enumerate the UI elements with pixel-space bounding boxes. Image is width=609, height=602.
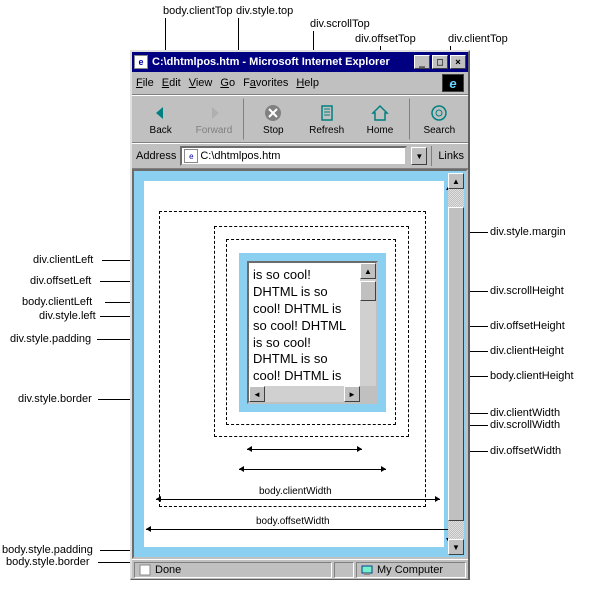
viewport: is so cool! DHTML is so cool! DHTML is s… xyxy=(132,169,468,559)
search-label: Search xyxy=(423,125,455,136)
scroll-up-icon[interactable]: ▲ xyxy=(448,173,464,189)
scroll-left-icon[interactable]: ◄ xyxy=(249,386,265,402)
address-dropdown[interactable]: ▼ xyxy=(411,147,427,165)
label-div-scrollTop: div.scrollTop xyxy=(310,18,370,30)
done-icon xyxy=(139,564,151,576)
refresh-label: Refresh xyxy=(309,125,344,136)
forward-button[interactable]: Forward xyxy=(187,98,240,140)
label-div-offsetLeft: div.offsetLeft xyxy=(30,275,91,287)
separator xyxy=(409,98,411,140)
label-div-clientTop: div.clientTop xyxy=(448,33,508,45)
window-title: C:\dhtmlpos.htm - Microsoft Internet Exp… xyxy=(152,56,390,68)
menu-file[interactable]: FFileile xyxy=(136,77,154,89)
dim-body-clientWidth xyxy=(156,499,440,500)
scroll-thumb[interactable] xyxy=(360,281,376,301)
scroll-down-icon[interactable]: ▼ xyxy=(448,539,464,555)
statusbar: Done My Computer xyxy=(132,559,468,579)
inner-scrollbar-vertical[interactable]: ▲ ▼ xyxy=(360,263,376,402)
scroll-track[interactable] xyxy=(448,189,464,539)
minimize-button[interactable]: _ xyxy=(414,55,430,69)
separator xyxy=(243,98,245,140)
titlebar: e C:\dhtmlpos.htm - Microsoft Internet E… xyxy=(132,52,468,72)
label-body-style-border: body.style.border xyxy=(6,556,90,568)
label-div-clientHeight: div.clientHeight xyxy=(490,345,564,357)
page-icon: e xyxy=(134,55,148,69)
label-div-style-padding: div.style.padding xyxy=(10,333,91,345)
label-div-style-top: div.style.top xyxy=(236,5,293,17)
scroll-right-icon[interactable]: ► xyxy=(344,386,360,402)
address-value: C:\dhtmlpos.htm xyxy=(200,150,280,162)
inner-scrollbar-horizontal[interactable]: ◄ ► xyxy=(249,386,360,402)
main-scrollbar-vertical[interactable]: ▲ ▼ xyxy=(448,173,464,555)
address-field[interactable]: e C:\dhtmlpos.htm xyxy=(180,146,407,166)
refresh-icon xyxy=(317,103,337,123)
status-zone: My Computer xyxy=(356,562,466,578)
back-button[interactable]: Back xyxy=(134,98,187,140)
scroll-thumb[interactable] xyxy=(448,207,464,521)
dim-div-offsetWidth xyxy=(239,469,386,470)
ie-logo-icon: e xyxy=(442,74,464,92)
close-button[interactable]: × xyxy=(450,55,466,69)
label-div-style-margin: div.style.margin xyxy=(490,226,566,238)
home-icon xyxy=(370,103,390,123)
links-toolbar[interactable]: Links xyxy=(431,146,464,166)
label-div-offsetTop: div.offsetTop xyxy=(355,33,416,45)
menu-favorites[interactable]: Favorites xyxy=(243,77,288,89)
arrow-left-icon xyxy=(151,103,171,123)
label-body-clientLeft: body.clientLeft xyxy=(22,296,92,308)
status-slot xyxy=(334,562,354,578)
address-bar: Address e C:\dhtmlpos.htm ▼ Links xyxy=(132,143,468,169)
label-div-clientWidth: div.clientWidth xyxy=(490,407,560,419)
computer-icon xyxy=(361,564,373,576)
scroll-up-icon[interactable]: ▲ xyxy=(360,263,376,279)
label-div-scrollWidth: div.scrollWidth xyxy=(490,419,560,431)
file-icon: e xyxy=(184,149,198,163)
back-label: Back xyxy=(150,125,172,136)
label-div-style-border: div.style.border xyxy=(18,393,92,405)
address-label: Address xyxy=(136,150,176,162)
forward-label: Forward xyxy=(196,125,233,136)
status-main: Done xyxy=(134,562,332,578)
menu-edit[interactable]: Edit xyxy=(162,77,181,89)
label-body-clientTop: body.clientTop xyxy=(163,5,233,17)
scroll-corner xyxy=(360,386,376,402)
stop-icon xyxy=(263,103,283,123)
dim-div-clientWidth xyxy=(247,449,362,450)
scroll-track[interactable] xyxy=(360,279,376,386)
stop-label: Stop xyxy=(263,125,284,136)
home-button[interactable]: Home xyxy=(353,98,406,140)
div-border: is so cool! DHTML is so cool! DHTML is s… xyxy=(239,253,386,412)
label-body-style-padding: body.style.padding xyxy=(2,544,93,556)
menubar: FFileile Edit View Go Favorites Help e xyxy=(132,72,468,95)
toolbar: Back Forward Stop Refresh Home Search xyxy=(132,95,468,143)
label-body-clientHeight: body.clientHeight xyxy=(490,370,574,382)
menu-view[interactable]: View xyxy=(189,77,213,89)
dim-label-body-clientWidth: body.clientWidth xyxy=(259,486,332,497)
maximize-button[interactable]: □ xyxy=(432,55,448,69)
home-label: Home xyxy=(367,125,394,136)
ie-window: e C:\dhtmlpos.htm - Microsoft Internet E… xyxy=(130,50,470,580)
menu-go[interactable]: Go xyxy=(220,77,235,89)
arrow-right-icon xyxy=(204,103,224,123)
menu-help[interactable]: Help xyxy=(296,77,319,89)
label-div-offsetHeight: div.offsetHeight xyxy=(490,320,565,332)
dim-body-offsetWidth xyxy=(146,529,458,530)
status-text: Done xyxy=(155,564,181,576)
refresh-button[interactable]: Refresh xyxy=(300,98,353,140)
zone-text: My Computer xyxy=(377,564,443,576)
label-div-style-left: div.style.left xyxy=(39,310,96,322)
page-body: is so cool! DHTML is so cool! DHTML is s… xyxy=(144,181,444,547)
dim-label-body-offsetWidth: body.offsetWidth xyxy=(256,516,330,527)
label-div-offsetWidth: div.offsetWidth xyxy=(490,445,561,457)
stop-button[interactable]: Stop xyxy=(247,98,300,140)
div-content-box: is so cool! DHTML is so cool! DHTML is s… xyxy=(247,261,378,404)
search-icon xyxy=(429,103,449,123)
search-button[interactable]: Search xyxy=(413,98,466,140)
label-div-scrollHeight: div.scrollHeight xyxy=(490,285,564,297)
text-content: is so cool! DHTML is so cool! DHTML is s… xyxy=(249,263,360,402)
label-div-clientLeft: div.clientLeft xyxy=(33,254,93,266)
